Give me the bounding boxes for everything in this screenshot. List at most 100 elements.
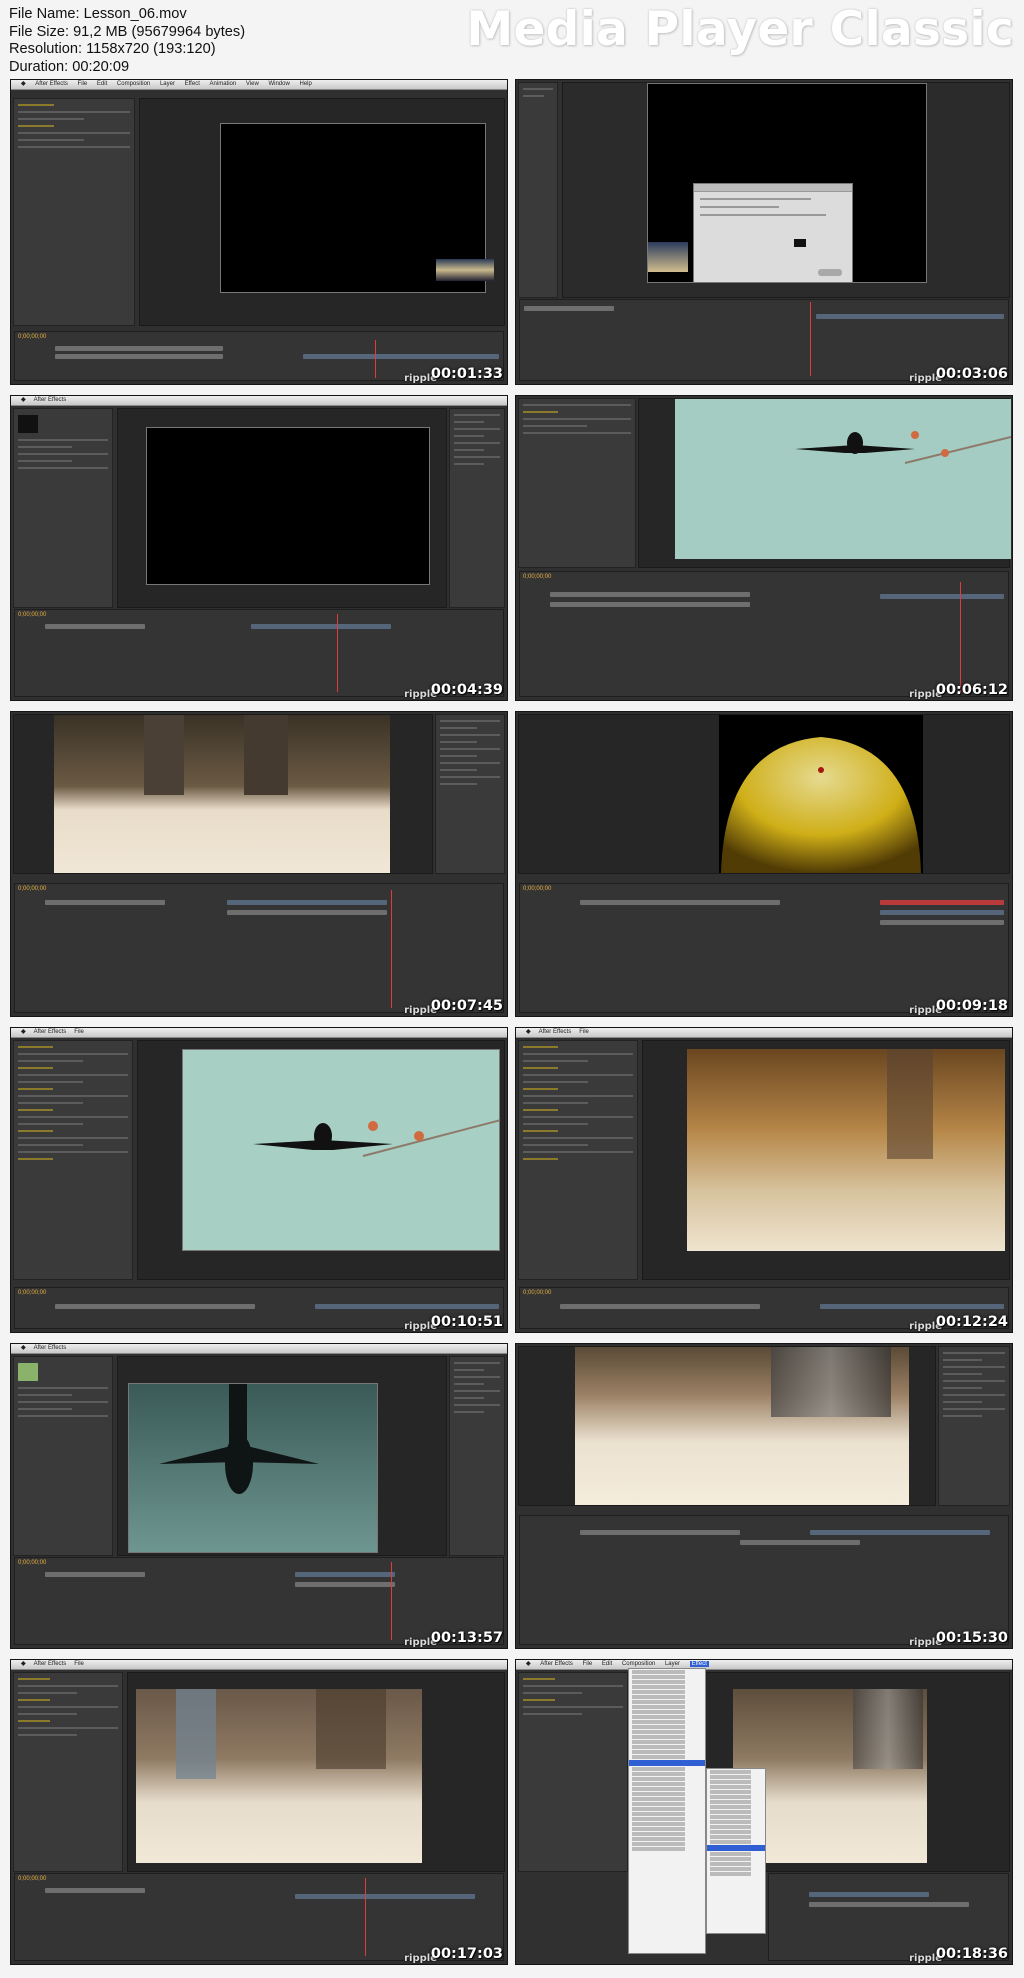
menu-window: Window [268, 81, 290, 87]
ae-menu-bar: ◆ After Effects File [11, 1028, 507, 1038]
thumbnail-time: 00:17:03 [430, 1946, 503, 1962]
airplane-icon [159, 1384, 319, 1494]
composition-viewer [638, 398, 1011, 568]
composition-viewer [518, 1346, 936, 1506]
composition-viewer [642, 1040, 1010, 1280]
thumbnail-9[interactable]: ◆ After Effects 0;00;00;00 ripple 00:13:… [10, 1343, 508, 1649]
menu-effect: Effect [184, 81, 200, 87]
thumbnail-8[interactable]: ◆ After Effects File 0;00;00;00 ripple 00:… [515, 1027, 1013, 1333]
ok-button[interactable] [818, 269, 842, 276]
project-panel [518, 82, 558, 298]
project-panel [13, 1356, 113, 1556]
timeline-timecode: 0;00;00;00 [18, 1290, 47, 1296]
menu-app: After Effects [33, 1029, 67, 1035]
project-panel [518, 398, 636, 568]
timeline-timecode: 0;00;00;00 [18, 334, 47, 340]
thumbnail-time: 00:01:33 [430, 366, 503, 382]
apple-icon: ◆ [21, 1661, 26, 1667]
thumbnail-time: 00:04:39 [430, 682, 503, 698]
timeline-timecode: 0;00;00;00 [18, 612, 47, 618]
menu-app: After Effects [33, 1345, 67, 1351]
thumbnail-time: 00:10:51 [430, 1314, 503, 1330]
effect-controls-panel [518, 1672, 628, 1872]
comp-frame [575, 1347, 909, 1505]
thumbnail-4[interactable]: 0;00;00;00 ripple 00:06:12 [515, 395, 1013, 701]
particle-burst [721, 737, 921, 873]
thumbnail-7[interactable]: ◆ After Effects File 0;00;00;00 ripple 00:… [10, 1027, 508, 1333]
thumbnail-time: 00:03:06 [935, 366, 1008, 382]
effect-submenu[interactable] [706, 1768, 766, 1934]
timeline-timecode: 0;00;00;00 [523, 886, 552, 892]
timeline-panel: 0;00;00;00 [519, 883, 1009, 1013]
composition-viewer [117, 408, 447, 608]
menu-layer: Layer [664, 1661, 680, 1667]
effects-presets-panel [449, 1356, 505, 1556]
comp-frame [128, 1383, 378, 1553]
composition-viewer [127, 1672, 505, 1872]
menu-app: After Effects [33, 1661, 67, 1667]
effect-controls-panel [13, 1672, 123, 1872]
timeline-timecode: 0;00;00;00 [523, 574, 552, 580]
menu-layer: Layer [159, 81, 175, 87]
thumbnail-time: 00:12:24 [935, 1314, 1008, 1330]
thumbnail-3[interactable]: ◆ After Effects 0;00;00;00 ripple 00:04:3… [10, 395, 508, 701]
timeline-panel [519, 1515, 1009, 1645]
airplane-icon [795, 431, 1011, 464]
timeline-timecode: 0;00;00;00 [18, 1876, 47, 1882]
thumbnail-1[interactable]: ◆ After Effects File Edit Composition La… [10, 79, 508, 385]
effect-menu[interactable] [628, 1668, 706, 1954]
effects-presets-panel [938, 1346, 1010, 1506]
ae-menu-bar: ◆ After Effects [11, 396, 507, 406]
timeline-panel: 0;00;00;00 [14, 883, 504, 1013]
interpret-footage-dialog[interactable] [693, 183, 853, 283]
project-panel [13, 408, 113, 608]
thumbnail-12[interactable]: ◆ After Effects File Edit Composition La… [515, 1659, 1013, 1965]
thumbnail-time: 00:18:36 [935, 1946, 1008, 1962]
menu-edit: Edit [601, 1661, 613, 1667]
comp-frame [182, 1049, 500, 1251]
timeline-timecode: 0;00;00;00 [523, 1290, 552, 1296]
apple-icon: ◆ [526, 1029, 531, 1035]
comp-frame [687, 1049, 1005, 1251]
thumbnail-grid: ◆ After Effects File Edit Composition La… [0, 0, 1024, 1978]
thumbnail-time: 00:13:57 [430, 1630, 503, 1646]
thumbnail-time: 00:06:12 [935, 682, 1008, 698]
ae-menu-bar: ◆ After Effects File Edit Composition La… [11, 80, 507, 90]
thumbnail-6[interactable]: 0;00;00;00 ripple 00:09:18 [515, 711, 1013, 1017]
menu-file: File [77, 81, 88, 87]
menu-item-highlighted[interactable] [629, 1760, 705, 1766]
effects-presets-panel [449, 408, 505, 608]
thumbnail-2[interactable]: ripple 00:03:06 [515, 79, 1013, 385]
ae-menu-bar: ◆ After Effects [11, 1344, 507, 1354]
thumbnail-time: 00:09:18 [935, 998, 1008, 1014]
apple-icon: ◆ [21, 397, 26, 403]
apple-icon: ◆ [21, 81, 26, 87]
timeline-timecode: 0;00;00;00 [18, 886, 47, 892]
menu-app: After Effects [33, 397, 67, 403]
apple-icon: ◆ [21, 1345, 26, 1351]
thumbnail-10[interactable]: ripple 00:15:30 [515, 1343, 1013, 1649]
comp-frame [146, 427, 430, 585]
composition-viewer [117, 1356, 447, 1556]
menu-edit: Edit [96, 81, 108, 87]
menu-file: File [74, 1029, 84, 1035]
effect-controls-panel [518, 1040, 638, 1280]
ae-menu-bar: ◆ After Effects File [11, 1660, 507, 1670]
comp-frame [54, 715, 390, 873]
composition-viewer [518, 714, 1010, 874]
thumbnail-11[interactable]: ◆ After Effects File 0;00;00;00 ripple 00:… [10, 1659, 508, 1965]
timeline-panel: 0;00;00;00 [519, 571, 1009, 697]
comp-frame [675, 399, 1011, 559]
composition-viewer [562, 82, 1010, 298]
menu-help: Help [299, 81, 312, 87]
ae-menu-bar: ◆ After Effects File [516, 1028, 1012, 1038]
thumbnail-5[interactable]: 0;00;00;00 ripple 00:07:45 [10, 711, 508, 1017]
thumbnail-time: 00:15:30 [935, 1630, 1008, 1646]
submenu-item-highlighted[interactable] [707, 1845, 765, 1851]
menu-animation: Animation [209, 81, 237, 87]
apple-icon: ◆ [526, 1661, 531, 1667]
menu-app: After Effects [35, 81, 68, 87]
apple-icon: ◆ [21, 1029, 26, 1035]
comp-frame [719, 715, 923, 873]
menu-effect: Effect [689, 1661, 709, 1667]
